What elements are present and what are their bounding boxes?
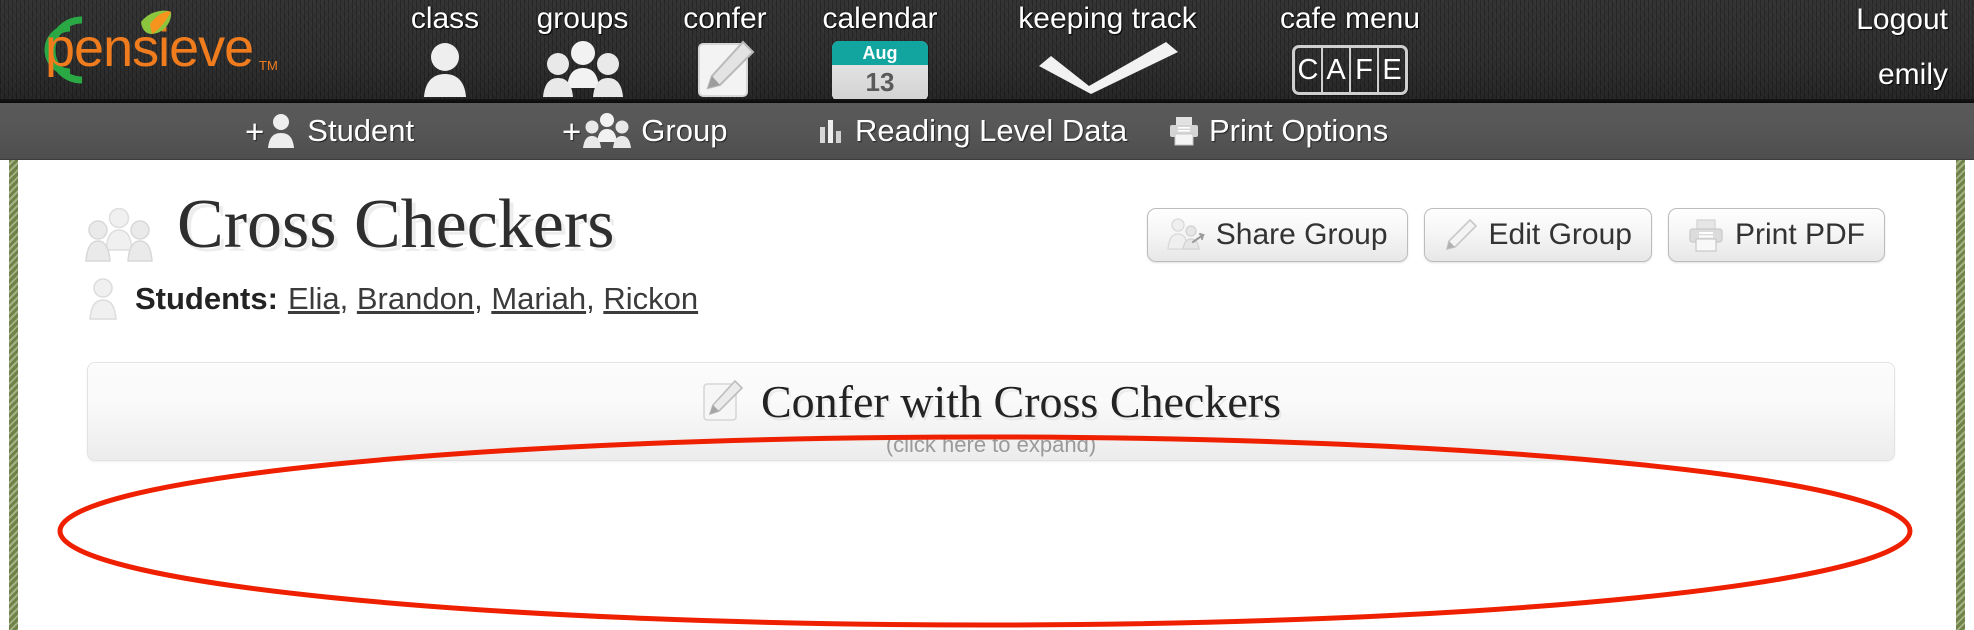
print-pdf-button[interactable]: Print PDF <box>1667 208 1885 262</box>
current-user-link[interactable]: emily <box>1648 55 1948 95</box>
group-action-buttons: Share Group Edit Group Print PDF <box>1146 208 1885 262</box>
student-link-elia[interactable]: Elia <box>288 281 340 316</box>
group-icon <box>85 208 153 262</box>
group-icon <box>542 41 623 97</box>
toolbar-add-group[interactable]: + Group <box>562 103 727 159</box>
pensieve-logo[interactable]: pensieve TM <box>10 4 300 96</box>
cafe-letter-a: A <box>1323 48 1351 92</box>
toolbar-reading-level-data[interactable]: Reading Level Data <box>818 103 1127 159</box>
students-sep-0: , <box>339 281 357 316</box>
students-sep-2: , <box>586 281 604 316</box>
toolbar-print-options-label: Print Options <box>1209 113 1389 148</box>
person-icon <box>424 43 466 97</box>
toolbar-add-student-prefix: + <box>245 112 265 150</box>
top-nav-account-area: Logout emily <box>1648 0 1948 103</box>
printer-icon <box>1170 117 1198 146</box>
pensieve-logo-icon: pensieve TM <box>44 10 278 84</box>
checkmark-icon <box>1038 42 1178 94</box>
logout-link[interactable]: Logout <box>1648 0 1948 40</box>
student-link-mariah[interactable]: Mariah <box>491 281 586 316</box>
edit-group-button-label: Edit Group <box>1488 218 1632 251</box>
svg-text:TM: TM <box>259 58 278 73</box>
cafe-letter-f: F <box>1351 48 1379 92</box>
student-link-brandon[interactable]: Brandon <box>357 281 474 316</box>
cafe-letter-c: C <box>1295 48 1323 92</box>
share-group-button-label: Share Group <box>1215 218 1388 251</box>
add-group-icon <box>583 113 632 148</box>
nav-item-class-label: class <box>410 2 480 35</box>
nav-item-class[interactable]: class <box>385 0 505 103</box>
print-pdf-button-label: Print PDF <box>1734 218 1865 251</box>
calendar-icon: Aug 13 <box>832 41 928 101</box>
nav-item-calendar-label: calendar <box>822 2 938 35</box>
secondary-toolbar: + Student + Group Reading Level Data Pri… <box>0 103 1974 160</box>
confer-panel-subtitle: (click here to expand) <box>885 432 1097 457</box>
page-title: Cross Checkers <box>177 186 615 263</box>
app-root: pensieve TM class groups confer calendar… <box>0 0 1974 630</box>
toolbar-print-options[interactable]: Print Options <box>1168 103 1388 159</box>
confer-panel[interactable]: Confer with Cross Checkers (click here t… <box>87 362 1895 461</box>
page-content: Cross Checkers Share Group Edit Group Pr… <box>9 160 1965 630</box>
bar-chart-icon <box>820 120 841 143</box>
nav-item-confer[interactable]: confer <box>660 0 790 103</box>
top-navigation-bar: pensieve TM class groups confer calendar… <box>0 0 1974 103</box>
page-edge-left <box>9 160 18 630</box>
page-body: Cross Checkers Share Group Edit Group Pr… <box>0 160 1974 630</box>
printer-icon <box>1689 219 1723 252</box>
students-label: Students: <box>135 281 278 316</box>
students-row: Students: Elia, Brandon, Mariah, Rickon <box>84 278 698 320</box>
cafe-letter-e: E <box>1382 54 1402 86</box>
toolbar-reading-level-data-label: Reading Level Data <box>855 113 1128 148</box>
nav-item-keeping-track[interactable]: keeping track <box>970 0 1245 103</box>
add-person-icon <box>268 114 295 148</box>
student-link-rickon[interactable]: Rickon <box>603 281 698 316</box>
share-group-icon <box>1167 218 1205 250</box>
confer-panel-header: Confer with Cross Checkers <box>88 363 1894 428</box>
nav-item-groups[interactable]: groups <box>505 0 660 103</box>
edit-group-button[interactable]: Edit Group <box>1423 208 1652 262</box>
confer-panel-title: Confer with Cross Checkers <box>761 376 1281 427</box>
note-pencil-icon <box>703 379 744 421</box>
nav-item-cafe-menu-label: cafe menu <box>1279 2 1421 35</box>
nav-item-confer-label: confer <box>683 2 767 35</box>
page-edge-right <box>1956 160 1965 630</box>
students-sep-1: , <box>474 281 492 316</box>
group-header-row: Cross Checkers Share Group Edit Group Pr… <box>9 160 1965 270</box>
pencil-icon <box>1445 218 1477 251</box>
share-group-button[interactable]: Share Group <box>1146 208 1408 262</box>
nav-item-cafe-menu[interactable]: cafe menu C A F E <box>1245 0 1455 103</box>
cafe-icon: C A F E <box>1292 45 1408 95</box>
toolbar-add-group-prefix: + <box>562 112 582 150</box>
nav-item-calendar[interactable]: calendar Aug 13 <box>790 0 970 103</box>
nav-item-groups-label: groups <box>536 2 629 35</box>
person-icon <box>89 278 117 320</box>
toolbar-add-group-label: Group <box>641 113 728 148</box>
students-list: Elia, Brandon, Mariah, Rickon <box>288 281 698 317</box>
toolbar-add-student-label: Student <box>307 113 415 148</box>
nav-item-keeping-track-label: keeping track <box>1018 2 1197 35</box>
toolbar-add-student[interactable]: + Student <box>245 103 414 159</box>
calendar-month: Aug <box>832 41 928 65</box>
calendar-day: 13 <box>832 65 928 101</box>
note-pencil-icon <box>698 40 755 97</box>
